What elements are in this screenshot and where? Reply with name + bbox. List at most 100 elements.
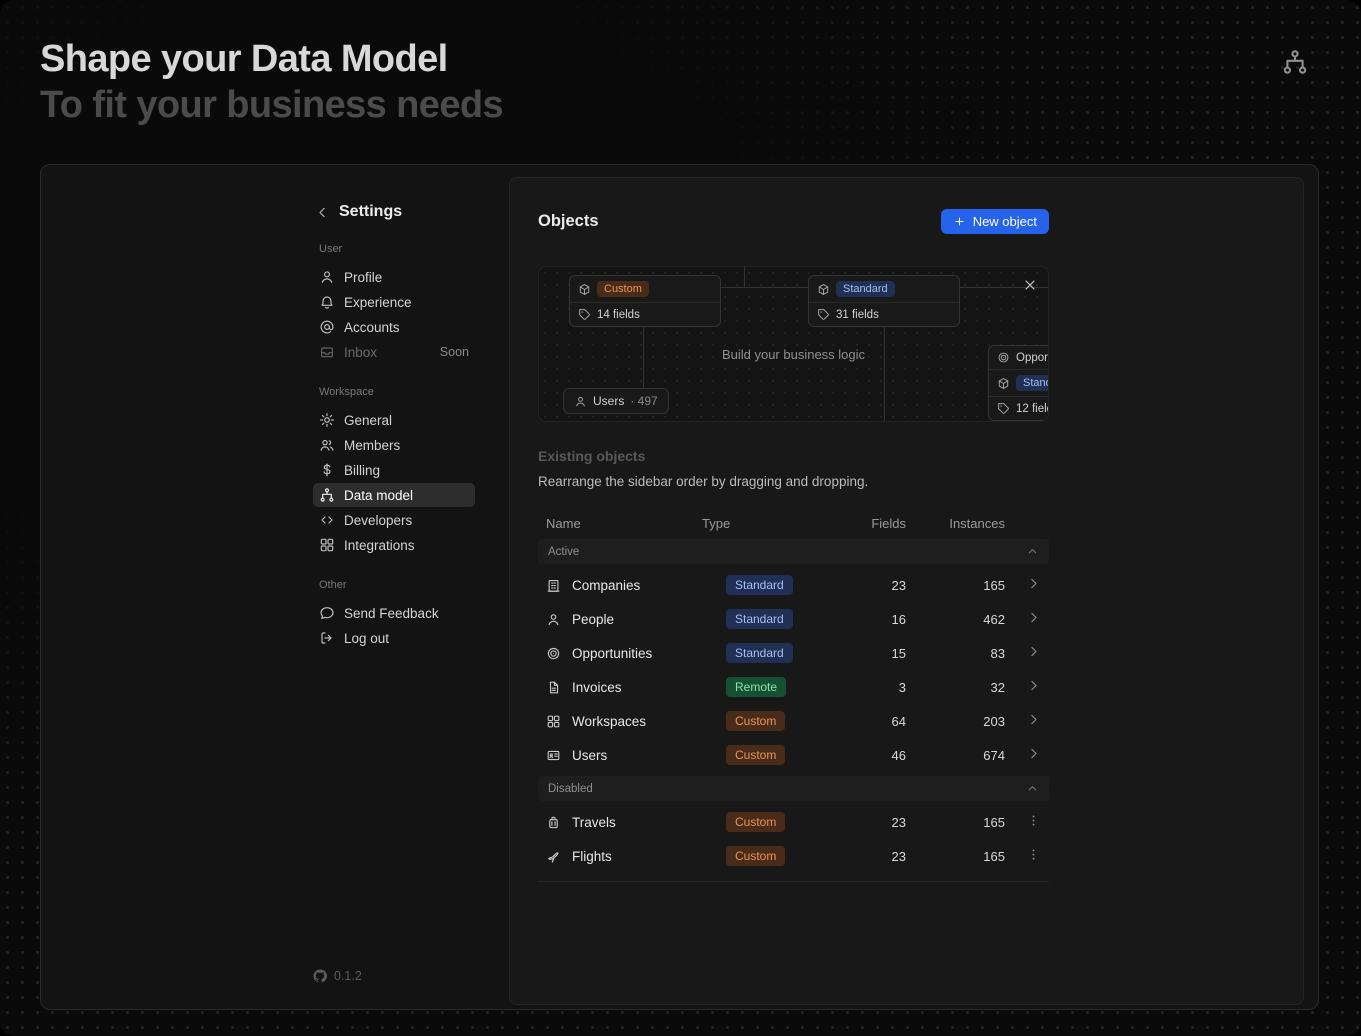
gear-icon	[319, 412, 335, 428]
object-row-companies[interactable]: CompaniesStandard23165	[538, 568, 1049, 602]
fields-count: 15	[862, 646, 906, 661]
soon-badge: Soon	[440, 345, 469, 359]
chevron-up-icon	[1026, 782, 1039, 795]
sidebar-item-accounts[interactable]: Accounts	[313, 315, 475, 339]
row-chevron-right-icon[interactable]	[1026, 678, 1041, 693]
group-header-active[interactable]: Active	[538, 539, 1049, 564]
group-header-disabled[interactable]: Disabled	[538, 776, 1049, 801]
object-name: Travels	[572, 815, 616, 830]
sidebar-item-experience[interactable]: Experience	[313, 290, 475, 314]
standard-badge: Standard	[726, 643, 793, 663]
chevron-up-icon	[1026, 545, 1039, 558]
tag-icon	[578, 308, 591, 321]
dollar-icon	[319, 462, 335, 478]
object-icon	[578, 283, 591, 296]
new-object-button[interactable]: New object	[941, 209, 1049, 234]
object-name-cell: Workspaces	[546, 714, 702, 729]
object-name: Opportunities	[572, 646, 652, 661]
app-version: 0.1.2	[313, 969, 362, 983]
sidebar-item-label: Profile	[344, 270, 382, 285]
row-chevron-right-icon[interactable]	[1026, 746, 1041, 761]
bell-icon	[319, 294, 335, 310]
flow-line	[884, 323, 885, 422]
custom-badge: Custom	[726, 711, 785, 731]
custom-badge: Custom	[726, 745, 785, 765]
object-row-invoices[interactable]: InvoicesRemote332	[538, 670, 1049, 704]
column-header-fields: Fields	[862, 516, 906, 531]
plus-icon	[953, 215, 966, 228]
settings-title: Settings	[339, 203, 402, 221]
screen: Shape your Data Model To fit your busine…	[0, 0, 1361, 1036]
object-row-people[interactable]: PeopleStandard16462	[538, 602, 1049, 636]
custom-badge: Custom	[597, 281, 649, 297]
objects-panel: Objects New object Custom	[509, 177, 1304, 1005]
object-name: Users	[572, 748, 607, 763]
standard-badge: Standard	[1016, 375, 1049, 391]
chevron-left-icon	[315, 205, 330, 220]
instances-count: 165	[906, 578, 1005, 593]
object-row-travels[interactable]: TravelsCustom23165	[538, 805, 1049, 839]
apps-icon	[546, 714, 561, 729]
custom-badge: Custom	[726, 812, 785, 832]
sidebar-item-integrations[interactable]: Integrations	[313, 533, 475, 557]
existing-objects-heading: Existing objects	[538, 448, 1049, 464]
settings-back-button[interactable]: Settings	[315, 203, 475, 221]
banner-close-button[interactable]	[1022, 277, 1038, 293]
github-icon	[313, 969, 327, 983]
sidebar-item-label: Send Feedback	[344, 606, 439, 621]
row-chevron-right-icon[interactable]	[1026, 610, 1041, 625]
fields-count: 12 fields	[1016, 403, 1049, 415]
sidebar-item-billing[interactable]: Billing	[313, 458, 475, 482]
flow-line	[721, 287, 808, 288]
remote-badge: Remote	[726, 677, 786, 697]
sidebar-item-inbox[interactable]: Inbox Soon	[313, 340, 475, 364]
instances-count: 203	[906, 714, 1005, 729]
sidebar-item-developers[interactable]: Developers	[313, 508, 475, 532]
sidebar-item-label: Inbox	[344, 345, 377, 360]
object-row-workspaces[interactable]: WorkspacesCustom64203	[538, 704, 1049, 738]
sidebar-item-log-out[interactable]: Log out	[313, 626, 475, 650]
page-title: Shape your Data Model	[40, 38, 448, 81]
settings-card: Settings UserProfileExperienceAccountsIn…	[40, 164, 1319, 1010]
users-icon	[319, 437, 335, 453]
nav-section-label: Workspace	[319, 386, 475, 398]
object-name: People	[572, 612, 614, 627]
sidebar-item-profile[interactable]: Profile	[313, 265, 475, 289]
row-menu-icon[interactable]	[1026, 847, 1041, 862]
chat-icon	[319, 605, 335, 621]
group-label: Active	[548, 546, 579, 558]
version-label: 0.1.2	[334, 969, 362, 983]
sidebar-item-data-model[interactable]: Data model	[313, 483, 475, 507]
object-row-opportunities[interactable]: OpportunitiesStandard1583	[538, 636, 1049, 670]
code-icon	[319, 512, 335, 528]
objects-header: Objects New object	[538, 208, 1049, 234]
tag-icon	[817, 308, 830, 321]
user-icon	[319, 269, 335, 285]
fields-count: 23	[862, 849, 906, 864]
standard-badge: Standard	[726, 609, 793, 629]
object-row-flights[interactable]: FlightsCustom23165	[538, 839, 1049, 873]
fields-count: 3	[862, 680, 906, 695]
sidebar-item-general[interactable]: General	[313, 408, 475, 432]
plane-icon	[546, 849, 561, 864]
sidebar-sections: User Profile ExperienceAccounts Inbox Soon Wo…	[313, 243, 475, 650]
logout-icon	[319, 630, 335, 646]
standard-badge: Standard	[726, 575, 793, 595]
sidebar-item-members[interactable]: Members	[313, 433, 475, 457]
row-chevron-right-icon[interactable]	[1026, 712, 1041, 727]
object-icon	[817, 283, 830, 296]
group-label: Disabled	[548, 783, 593, 795]
row-chevron-right-icon[interactable]	[1026, 644, 1041, 659]
row-chevron-right-icon[interactable]	[1026, 576, 1041, 591]
nav-section-label: User	[319, 243, 475, 255]
row-menu-icon[interactable]	[1026, 813, 1041, 828]
close-icon	[1022, 277, 1038, 293]
object-name: Workspaces	[572, 714, 646, 729]
object-name-cell: Users	[546, 748, 702, 763]
objects-table-header: NameTypeFieldsInstances	[538, 511, 1049, 535]
instances-count: 165	[906, 815, 1005, 830]
settings-sidebar: Settings UserProfileExperienceAccountsIn…	[313, 203, 475, 651]
fields-count: 16	[862, 612, 906, 627]
sidebar-item-send-feedback[interactable]: Send Feedback	[313, 601, 475, 625]
object-row-users[interactable]: UsersCustom46674	[538, 738, 1049, 772]
